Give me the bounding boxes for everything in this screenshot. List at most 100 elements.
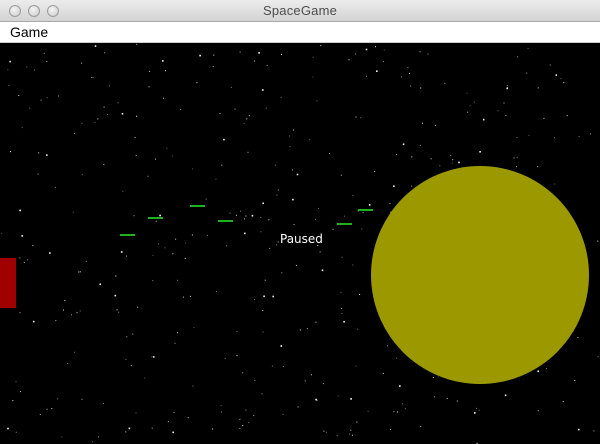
star xyxy=(375,46,376,48)
star xyxy=(340,174,342,176)
star xyxy=(51,408,53,409)
star xyxy=(85,260,87,262)
star xyxy=(219,113,221,115)
star xyxy=(165,70,166,72)
app-window: SpaceGame Game Paused xyxy=(0,0,600,444)
star xyxy=(46,154,48,156)
star xyxy=(420,87,422,89)
star xyxy=(236,355,238,357)
star xyxy=(245,409,247,411)
star xyxy=(79,271,81,273)
star xyxy=(281,272,283,274)
star xyxy=(118,311,120,313)
star xyxy=(137,306,139,308)
star xyxy=(310,374,312,376)
star xyxy=(516,156,518,158)
star xyxy=(221,411,222,413)
star xyxy=(543,117,545,119)
star xyxy=(134,137,136,138)
star xyxy=(419,144,421,146)
star xyxy=(293,129,295,131)
star xyxy=(243,123,245,125)
star xyxy=(43,52,45,54)
star xyxy=(72,211,74,213)
star xyxy=(81,62,83,64)
star xyxy=(432,377,434,379)
star xyxy=(276,194,278,196)
star xyxy=(479,151,481,153)
star xyxy=(98,436,100,438)
star xyxy=(221,164,223,166)
star xyxy=(58,95,60,97)
star xyxy=(246,118,248,120)
star xyxy=(19,312,21,314)
star xyxy=(164,247,166,249)
planet xyxy=(371,166,589,384)
star xyxy=(261,393,263,395)
star xyxy=(171,155,173,157)
star xyxy=(446,398,448,399)
star xyxy=(192,168,194,170)
star xyxy=(348,59,350,61)
star xyxy=(125,431,127,433)
star xyxy=(383,49,385,51)
star xyxy=(374,171,376,172)
star xyxy=(351,434,353,436)
star xyxy=(282,366,284,368)
star xyxy=(212,428,214,430)
star xyxy=(574,380,576,381)
star xyxy=(560,78,562,80)
star xyxy=(293,224,295,226)
game-canvas[interactable]: Paused xyxy=(0,43,600,444)
enemy-ship xyxy=(120,234,135,236)
star xyxy=(151,356,153,358)
star xyxy=(474,412,476,414)
star xyxy=(410,85,412,87)
star xyxy=(117,102,119,104)
star xyxy=(151,427,153,429)
star xyxy=(180,108,182,110)
star xyxy=(10,151,11,153)
star xyxy=(63,309,64,311)
star xyxy=(23,262,25,263)
star xyxy=(182,296,184,298)
star xyxy=(148,86,150,88)
star xyxy=(355,116,357,118)
star xyxy=(277,189,279,191)
star xyxy=(264,279,266,281)
star xyxy=(439,165,441,167)
star xyxy=(226,245,228,247)
star xyxy=(322,383,324,385)
star xyxy=(15,381,17,383)
star xyxy=(280,96,282,98)
star xyxy=(478,409,480,411)
star xyxy=(402,403,403,405)
star xyxy=(213,54,215,56)
star xyxy=(562,401,564,403)
star xyxy=(281,53,282,55)
star xyxy=(125,358,127,360)
star xyxy=(315,218,316,220)
star xyxy=(114,294,117,297)
title-bar[interactable]: SpaceGame xyxy=(0,0,600,22)
menu-game[interactable]: Game xyxy=(10,24,48,40)
star xyxy=(537,370,539,373)
star xyxy=(337,395,339,397)
star xyxy=(149,70,151,72)
star xyxy=(352,194,354,196)
star xyxy=(271,365,273,367)
star xyxy=(395,154,397,155)
star xyxy=(94,45,97,47)
star xyxy=(352,264,354,266)
star xyxy=(336,435,338,437)
star xyxy=(64,299,66,301)
star xyxy=(81,174,83,176)
star xyxy=(578,428,580,431)
star xyxy=(97,118,99,120)
star xyxy=(350,429,352,431)
star xyxy=(46,97,48,99)
star xyxy=(99,283,101,286)
star xyxy=(189,295,191,297)
star xyxy=(126,255,127,257)
star xyxy=(276,244,278,246)
